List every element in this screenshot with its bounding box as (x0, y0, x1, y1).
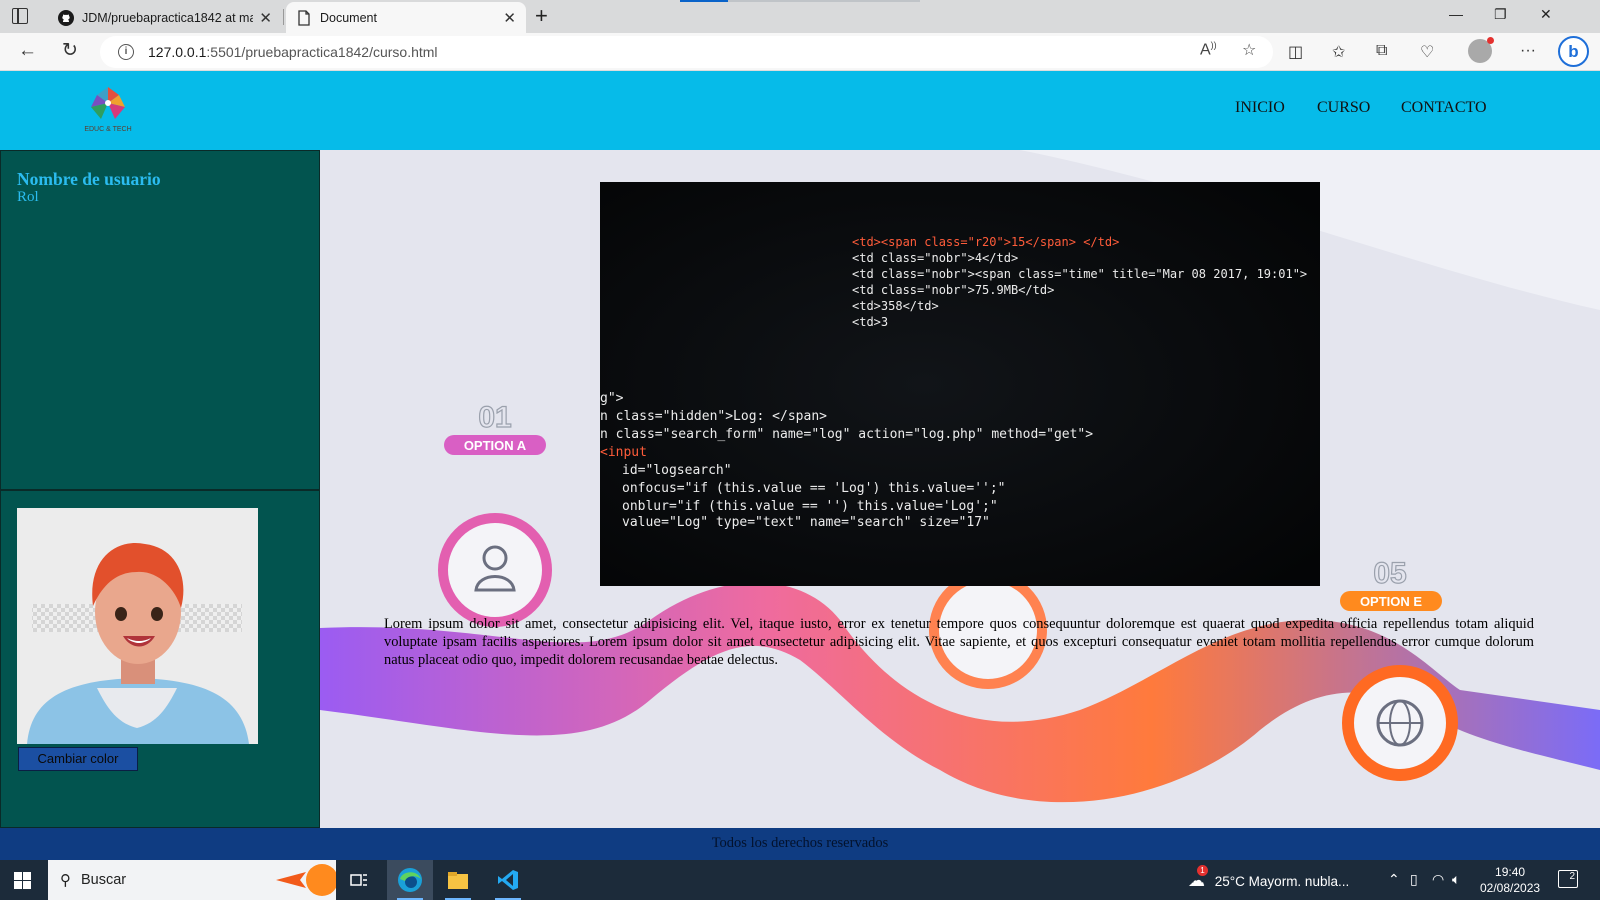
course-code-image: <td><span class="r20">15</span> </td> <td… (600, 182, 1320, 586)
user-panel: Nombre de usuario Rol (0, 150, 320, 490)
change-color-button[interactable]: Cambiar color (18, 747, 138, 771)
code-line: <td>358</td> (852, 299, 939, 313)
browser-tab-bar: JDM/pruebapractica1842 at main ✕ Documen… (0, 0, 1600, 33)
restore-icon[interactable]: ❐ (1494, 6, 1507, 23)
url-path: :5501/pruebapractica1842/curso.html (206, 44, 438, 60)
address-bar[interactable]: i 127.0.0.1:5501/pruebapractica1842/curs… (100, 36, 1273, 68)
minimize-icon[interactable]: — (1449, 6, 1463, 22)
close-tab-icon[interactable]: ✕ (503, 9, 516, 27)
avatar-panel: Cambiar color (0, 490, 320, 828)
code-line: <td class="nobr"><span class="time" titl… (852, 267, 1307, 281)
weather-badge: 1 (1197, 865, 1208, 876)
bing-copilot-icon[interactable]: b (1558, 36, 1589, 67)
read-aloud-icon[interactable]: A)) (1200, 40, 1217, 59)
volume-icon[interactable]: 🔈︎ (1452, 871, 1460, 888)
code-line: n class="hidden">Log: </span> (600, 409, 827, 424)
tab-title: Document (320, 10, 377, 25)
loading-progress (680, 0, 920, 2)
avatar-illustration (17, 508, 258, 744)
wifi-icon[interactable]: ◠ (1432, 871, 1444, 888)
device-icon[interactable]: ▯ (1410, 871, 1418, 888)
edge-taskbar-icon[interactable] (387, 860, 433, 900)
code-line: <td><span class="r20">15</span> </td> (852, 235, 1119, 249)
show-hidden-icons[interactable]: ⌃ (1388, 871, 1400, 888)
option-e-marker (1342, 665, 1458, 781)
site-info-icon[interactable]: i (118, 44, 134, 60)
windows-start-icon[interactable] (14, 872, 31, 889)
tab-github[interactable]: JDM/pruebapractica1842 at main ✕ (48, 2, 282, 33)
code-line: <td>3 (852, 315, 888, 329)
search-placeholder: Buscar (81, 872, 127, 888)
code-line: onblur="if (this.value == '') this.value… (622, 499, 998, 514)
search-highlight-icon (276, 864, 336, 896)
code-line: onfocus="if (this.value == 'Log') this.v… (622, 481, 1006, 496)
weather-text: 25°C Mayorm. nubla... (1214, 874, 1350, 889)
user-role: Rol (17, 189, 39, 205)
svg-text:OPTION E: OPTION E (1360, 594, 1422, 609)
code-screenshot: <td><span class="r20">15</span> </td> <td… (600, 182, 1320, 586)
tab-document[interactable]: Document ✕ (286, 2, 526, 33)
notifications-icon[interactable]: 2 (1558, 870, 1578, 888)
tab-separator (283, 9, 284, 25)
code-line: <input (600, 445, 647, 460)
tab-title: JDM/pruebapractica1842 at main (82, 10, 254, 25)
more-menu-icon[interactable]: ··· (1520, 42, 1536, 60)
logo-icon (91, 87, 125, 119)
site-header: EDUC & TECH INICIO CURSO CONTACTO (0, 71, 1600, 150)
nav-inicio[interactable]: INICIO (1235, 99, 1285, 117)
file-explorer-icon[interactable] (435, 860, 481, 900)
back-icon[interactable]: ← (18, 41, 37, 61)
nav-curso[interactable]: CURSO (1317, 99, 1370, 117)
svg-text:05: 05 (1373, 557, 1406, 590)
clock-date: 02/08/2023 (1480, 881, 1541, 895)
cloud-icon: ☁ 1 (1188, 865, 1208, 890)
web-page: EDUC & TECH INICIO CURSO CONTACTO Nombre… (0, 71, 1600, 860)
nav-contacto[interactable]: CONTACTO (1401, 99, 1487, 117)
favorites-icon[interactable]: ✩ (1332, 42, 1345, 62)
site-footer: Todos los derechos reservados (0, 828, 1600, 860)
refresh-icon[interactable]: ↻ (62, 41, 78, 61)
code-line: n class="search_form" name="log" action=… (600, 427, 1093, 442)
task-view-icon[interactable] (336, 860, 382, 900)
clock-time: 19:40 (1495, 865, 1526, 879)
svg-text:01: 01 (478, 401, 511, 434)
collections-icon[interactable]: ⧉ (1376, 42, 1387, 60)
document-icon (298, 9, 310, 26)
option-a-marker (438, 513, 552, 627)
close-tab-icon[interactable]: ✕ (259, 9, 272, 27)
split-screen-icon[interactable]: ◫ (1288, 42, 1303, 62)
course-content: 01 OPTION A 05 OPTION E <td><span class=… (320, 150, 1600, 828)
clock[interactable]: 19:40 02/08/2023 (1480, 864, 1540, 896)
close-window-icon[interactable]: ✕ (1540, 6, 1552, 23)
weather-widget[interactable]: ☁ 1 25°C Mayorm. nubla... (1188, 865, 1350, 891)
windows-taskbar: ⚲ Buscar ☁ 1 25°C Mayorm. nubla... ⌃ ▯ ◠ … (0, 860, 1600, 900)
user-avatar (17, 508, 258, 744)
svg-text:OPTION A: OPTION A (464, 438, 527, 453)
new-tab-icon[interactable]: + (535, 4, 548, 28)
github-icon (58, 9, 74, 26)
search-icon: ⚲ (60, 872, 71, 889)
vscode-icon[interactable] (485, 860, 531, 900)
username: Nombre de usuario (17, 169, 161, 189)
code-line: value="Log" type="text" name="search" si… (622, 515, 990, 530)
url-host: 127.0.0.1 (148, 44, 207, 60)
logo-text: EDUC & TECH (84, 126, 132, 133)
profile-avatar[interactable] (1468, 37, 1494, 63)
code-line: g"> (600, 391, 624, 406)
browser-essentials-icon[interactable]: ♡ (1420, 42, 1434, 62)
code-line: id="logsearch" (622, 463, 732, 478)
address-toolbar: ← ↻ i 127.0.0.1:5501/pruebapractica1842/… (0, 33, 1600, 71)
taskbar-search[interactable]: ⚲ Buscar (48, 860, 336, 900)
favorite-star-icon[interactable]: ☆ (1242, 40, 1256, 60)
code-line: <td class="nobr">75.9MB</td> (852, 283, 1054, 297)
course-description: Lorem ipsum dolor sit amet, consectetur … (384, 616, 1534, 668)
tab-actions-icon[interactable] (12, 8, 28, 24)
logo[interactable]: EDUC & TECH (83, 83, 133, 133)
code-line: <td class="nobr">4</td> (852, 251, 1018, 265)
